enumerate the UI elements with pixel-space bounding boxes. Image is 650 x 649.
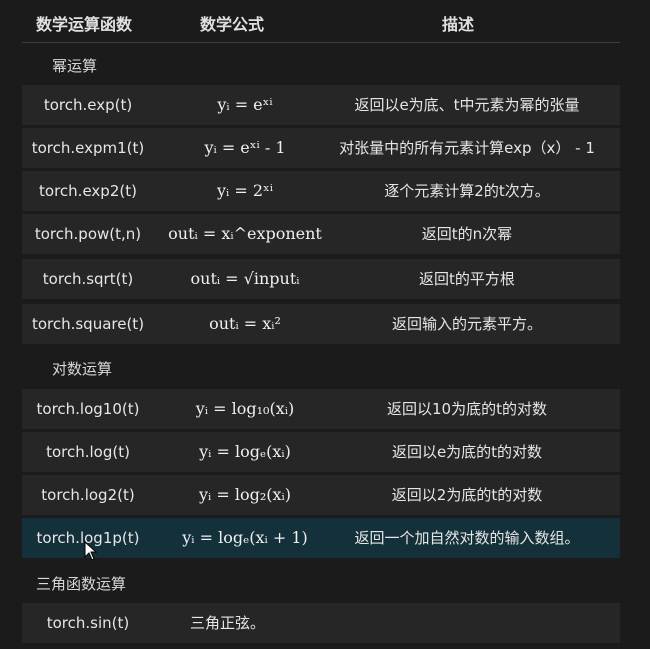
formula: outᵢ = xᵢ^exponent xyxy=(168,224,322,243)
description: 返回以10为底的t的对数 xyxy=(387,400,547,418)
table-row: torch.log10(t) yᵢ = log₁₀(xᵢ) 返回以10为底的t的… xyxy=(22,389,620,429)
description: 对张量中的所有元素计算exp（x） - 1 xyxy=(339,139,595,157)
table-row: torch.sin(t) 三角正弦。 xyxy=(22,603,620,643)
header-function: 数学运算函数 xyxy=(36,15,133,34)
function-name: torch.square(t) xyxy=(31,315,145,333)
table-row-selected[interactable]: torch.log1p(t) yᵢ = logₑ(xᵢ + 1) 返回一个加自然… xyxy=(22,518,620,558)
function-name: torch.sqrt(t) xyxy=(42,270,134,288)
section-log: 对数运算 xyxy=(22,347,620,387)
formula: yᵢ = logₑ(xᵢ + 1) xyxy=(182,528,308,547)
description: 返回输入的元素平方。 xyxy=(391,315,542,333)
description: 三角正弦。 xyxy=(190,614,266,632)
description: 返回一个加自然对数的输入数组。 xyxy=(354,529,580,547)
formula: outᵢ = √inputᵢ xyxy=(190,269,300,288)
table-row: torch.log(t) yᵢ = logₑ(xᵢ) 返回以e为底的t的对数 xyxy=(22,432,620,472)
formula: yᵢ = logₑ(xᵢ) xyxy=(199,442,291,461)
mouse-pointer-icon xyxy=(84,541,98,561)
function-name: torch.pow(t,n) xyxy=(34,225,142,243)
description: 返回以e为底、t中元素为幂的张量 xyxy=(354,96,580,114)
formula: yᵢ = log₁₀(xᵢ) xyxy=(195,399,295,418)
table-row: torch.expm1(t) yᵢ = eˣⁱ - 1 对张量中的所有元素计算e… xyxy=(22,128,620,168)
formula: outᵢ = xᵢ² xyxy=(209,314,281,333)
function-name: torch.sin(t) xyxy=(46,614,130,632)
function-name: torch.expm1(t) xyxy=(31,139,145,157)
function-name: torch.exp(t) xyxy=(43,96,133,114)
table-row: torch.exp(t) yᵢ = eˣⁱ 返回以e为底、t中元素为幂的张量 xyxy=(22,85,620,125)
description: 返回以e为底的t的对数 xyxy=(391,443,543,461)
formula: yᵢ = log₂(xᵢ) xyxy=(199,485,291,504)
section-exp: 幂运算 xyxy=(22,44,620,84)
function-name: torch.log(t) xyxy=(46,443,130,461)
header-description: 描述 xyxy=(442,15,475,34)
formula: yᵢ = eˣⁱ - 1 xyxy=(204,138,286,157)
function-name: torch.log2(t) xyxy=(41,486,135,504)
table-row: torch.log2(t) yᵢ = log₂(xᵢ) 返回以2为底的t的对数 xyxy=(22,475,620,515)
description: 返回t的n次幂 xyxy=(421,225,513,243)
header-formula: 数学公式 xyxy=(200,15,265,34)
table-row: torch.pow(t,n) outᵢ = xᵢ^exponent 返回t的n次… xyxy=(22,214,620,254)
table-row: torch.exp2(t) yᵢ = 2ˣⁱ 逐个元素计算2的t次方。 xyxy=(22,171,620,211)
function-name: torch.exp2(t) xyxy=(39,182,137,200)
section-title: 三角函数运算 xyxy=(36,575,127,593)
description: 返回以2为底的t的对数 xyxy=(391,486,543,504)
table-row: torch.square(t) outᵢ = xᵢ² 返回输入的元素平方。 xyxy=(22,304,620,344)
table-header: 数学运算函数 数学公式 描述 xyxy=(22,0,620,43)
section-title: 对数运算 xyxy=(52,360,113,378)
formula: yᵢ = 2ˣⁱ xyxy=(216,181,273,200)
function-name: torch.log10(t) xyxy=(36,400,140,418)
section-trig: 三角函数运算 xyxy=(22,562,620,602)
description: 逐个元素计算2的t次方。 xyxy=(384,182,550,200)
section-title: 幂运算 xyxy=(52,57,98,75)
description: 返回t的平方根 xyxy=(419,270,515,288)
table-row: torch.sqrt(t) outᵢ = √inputᵢ 返回t的平方根 xyxy=(22,259,620,299)
formula: yᵢ = eˣⁱ xyxy=(217,95,273,114)
